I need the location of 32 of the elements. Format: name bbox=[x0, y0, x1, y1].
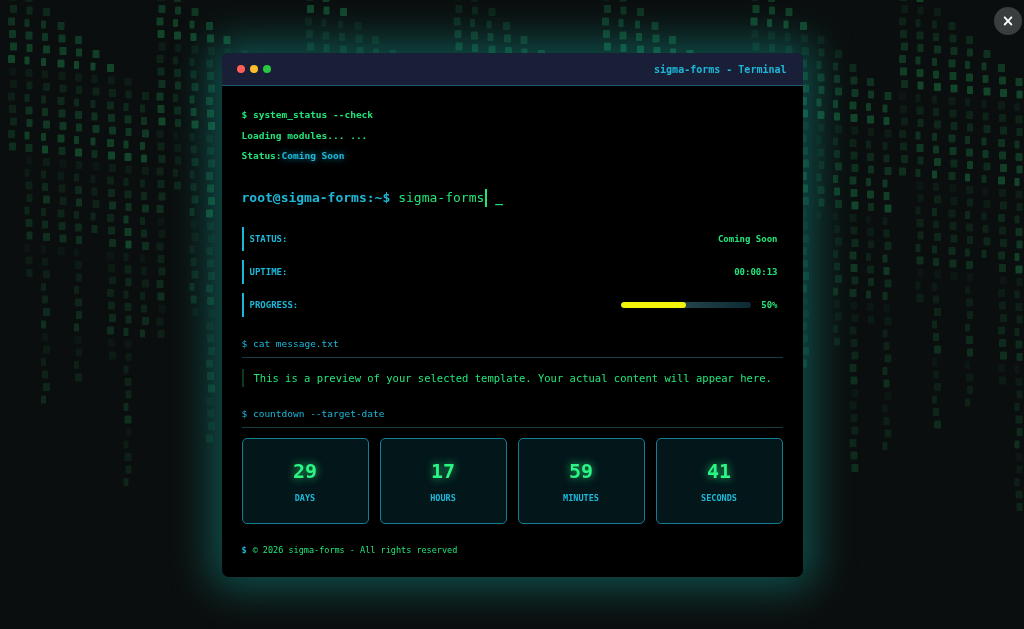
command-line: $ cat message.txt bbox=[241, 336, 340, 351]
command-line: $ countdown --target-date bbox=[241, 406, 386, 421]
prompt-command: sigma-forms bbox=[398, 190, 485, 205]
prompt-user: root@sigma-forms:~$ bbox=[241, 190, 391, 205]
close-button[interactable]: × bbox=[994, 7, 1022, 35]
countdown-value: 17 bbox=[430, 458, 456, 483]
countdown-label: MINUTES bbox=[563, 492, 599, 503]
stat-value: 50% bbox=[761, 299, 778, 310]
countdown-label: SECONDS bbox=[701, 492, 737, 503]
stat-label: STATUS: bbox=[249, 233, 288, 244]
status-value: Coming Soon bbox=[281, 149, 345, 163]
countdown-value: 29 bbox=[292, 458, 318, 483]
footer-prompt: $ bbox=[241, 544, 247, 555]
countdown-value: 41 bbox=[706, 458, 732, 483]
minimize-dot-icon[interactable] bbox=[249, 65, 258, 73]
stat-value: 00:00:13 bbox=[734, 266, 778, 277]
message-text: This is a preview of your selected template. Your actual content will appear here. bbox=[241, 368, 783, 387]
countdown-label: DAYS bbox=[294, 492, 316, 503]
countdown-value: 59 bbox=[568, 458, 594, 483]
output-line: Loading modules... ... bbox=[241, 128, 368, 143]
block-cursor: _ bbox=[495, 190, 504, 205]
stat-value: Coming Soon bbox=[717, 233, 778, 244]
command-line: $ system_status --check bbox=[241, 108, 374, 122]
text-caret bbox=[485, 188, 488, 207]
stat-label: UPTIME: bbox=[249, 266, 288, 277]
countdown-label: HOURS bbox=[430, 492, 456, 503]
stat-label: PROGRESS: bbox=[249, 299, 299, 310]
close-dot-icon[interactable] bbox=[236, 65, 245, 73]
status-label: Status: bbox=[241, 149, 282, 163]
maximize-dot-icon[interactable] bbox=[262, 65, 271, 73]
window-title: sigma-forms - Terminal bbox=[654, 63, 787, 75]
footer-text: © 2026 sigma-forms - All rights reserved bbox=[252, 544, 458, 555]
